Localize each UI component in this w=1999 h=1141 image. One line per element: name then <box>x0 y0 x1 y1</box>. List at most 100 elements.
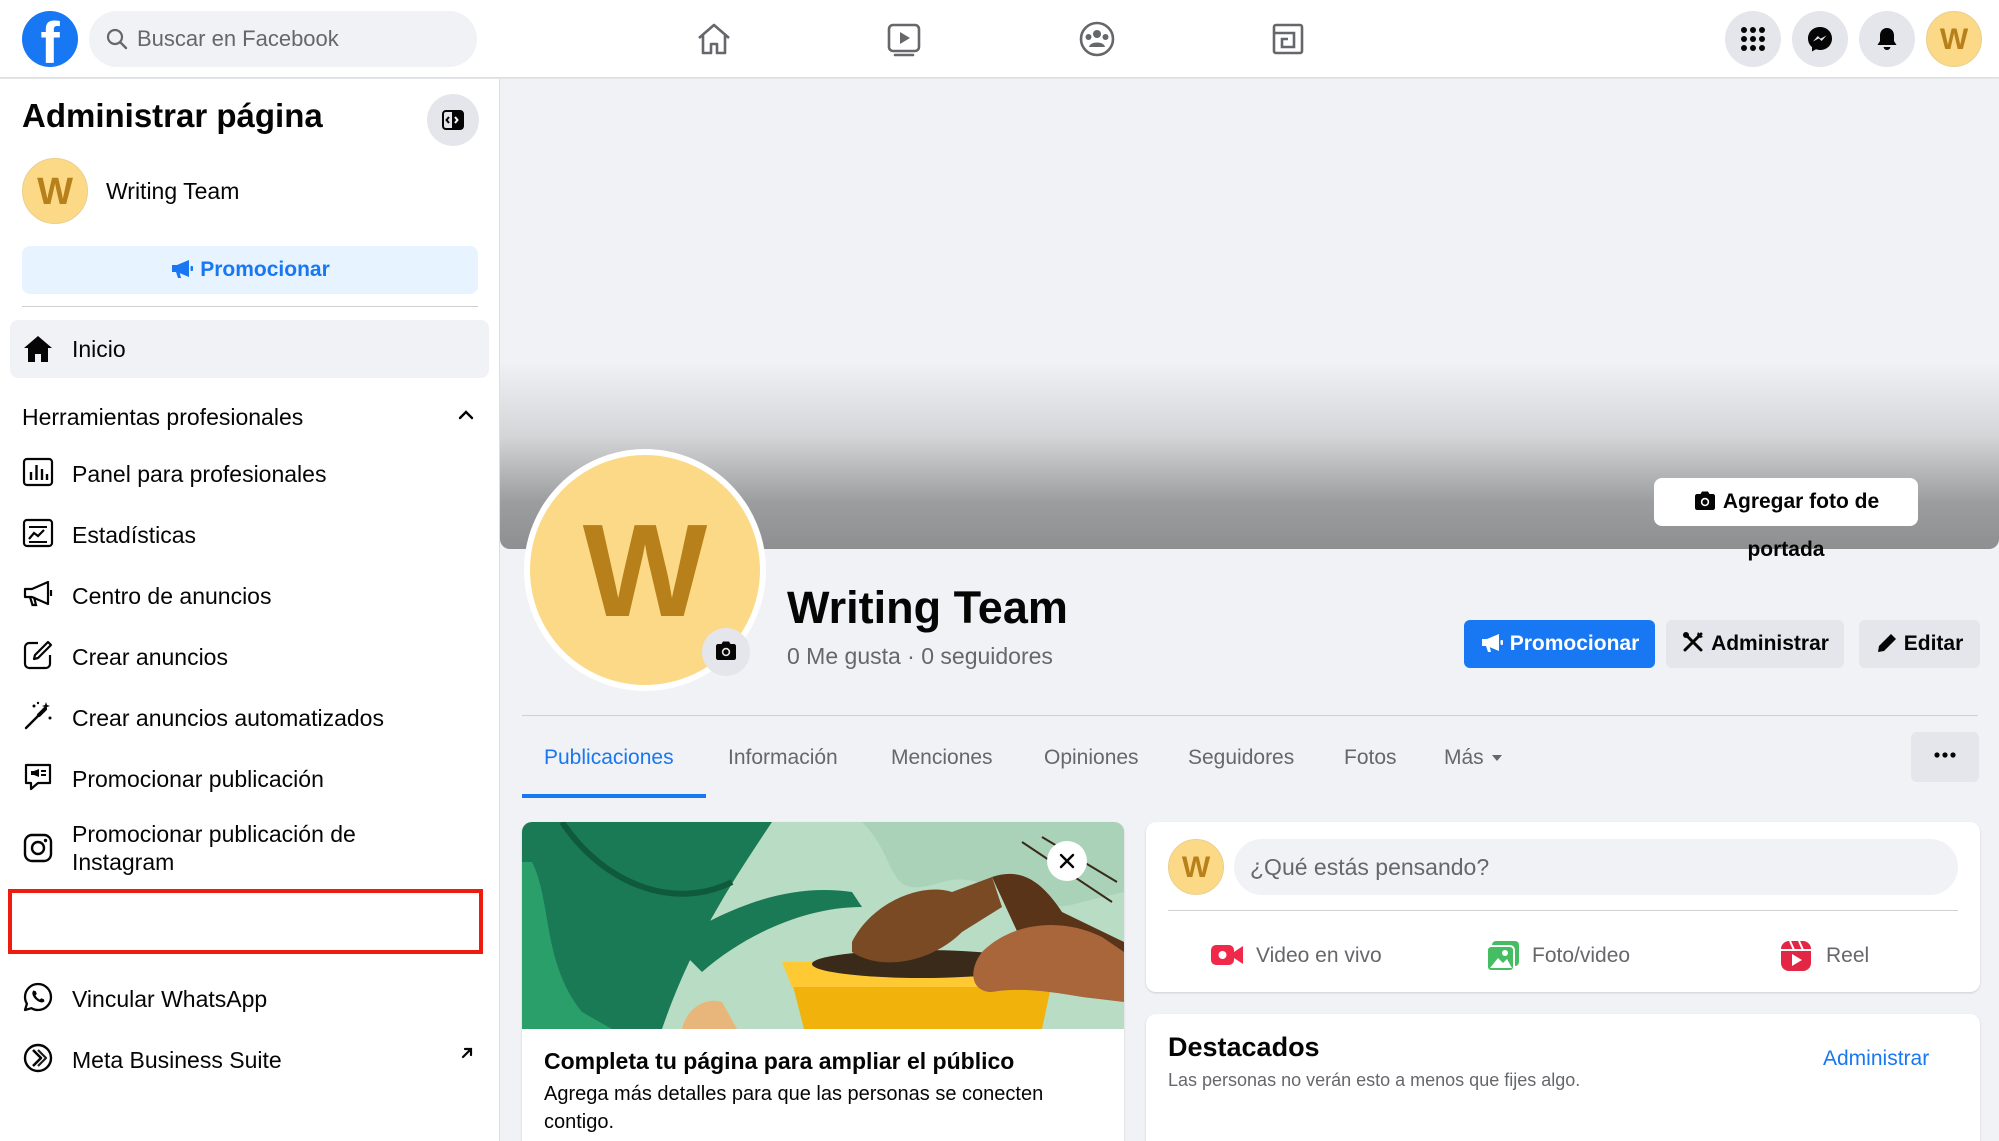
magic-wand-icon <box>24 701 52 730</box>
messenger-button[interactable] <box>1792 11 1848 67</box>
edit-page-label: Editar <box>1903 632 1964 655</box>
pencil-icon <box>1877 634 1896 652</box>
external-link-icon[interactable] <box>458 1044 476 1062</box>
photo-video-icon <box>1486 941 1519 972</box>
tab-posts[interactable]: Publicaciones <box>544 716 674 800</box>
composer-input[interactable]: ¿Qué estás pensando? <box>1234 839 1958 895</box>
camera-icon <box>1694 491 1715 510</box>
gaming-icon[interactable] <box>1266 17 1310 61</box>
composer-avatar[interactable]: W <box>1168 839 1224 895</box>
caret-down-icon <box>1491 755 1502 762</box>
featured-card: Destacados Las personas no verán esto a … <box>1146 1014 1980 1141</box>
photo-video-label: Foto/video <box>1532 944 1631 967</box>
section-title-professional-tools[interactable]: Herramientas profesionales <box>22 404 303 431</box>
close-icon <box>1059 853 1075 869</box>
promote-button-label: Promocionar <box>200 258 330 281</box>
page-stats[interactable]: 0 Me gusta · 0 seguidores <box>787 643 1053 670</box>
meta-business-icon <box>23 1043 53 1073</box>
add-cover-photo-button[interactable]: Agregar foto de portada <box>1654 478 1918 561</box>
sidebar-item-automated-ads[interactable]: Crear anuncios automatizados <box>22 694 482 738</box>
edit-page-button[interactable]: Editar <box>1859 620 1980 668</box>
more-dots-icon <box>1934 752 1956 758</box>
reel-label: Reel <box>1826 944 1870 967</box>
sidebar-item-home[interactable]: Inicio <box>10 320 489 378</box>
manage-page-button[interactable]: Administrar <box>1666 620 1844 668</box>
tab-photos[interactable]: Fotos <box>1344 716 1397 800</box>
grid-menu-icon <box>1741 27 1765 51</box>
page-name[interactable]: Writing Team <box>106 178 239 205</box>
sidebar-item-home-label: Inicio <box>72 336 126 362</box>
tab-followers[interactable]: Seguidores <box>1188 716 1294 800</box>
tab-more[interactable]: Más <box>1444 716 1504 800</box>
search-box[interactable] <box>89 11 477 67</box>
featured-title: Destacados <box>1168 1032 1320 1062</box>
sidebar-item-label: Centro de anuncios <box>72 583 272 609</box>
account-avatar[interactable]: W <box>1926 11 1982 67</box>
sidebar-item-label: Estadísticas <box>72 522 196 548</box>
menu-button[interactable] <box>1725 11 1781 67</box>
home-icon[interactable] <box>692 17 736 61</box>
tab-reviews[interactable]: Opiniones <box>1044 716 1139 800</box>
facebook-logo-letter: f <box>40 11 60 76</box>
promote-page-button[interactable]: Promocionar <box>1464 620 1655 668</box>
sidebar-item-insights[interactable]: Estadísticas <box>22 511 482 555</box>
groups-icon[interactable] <box>1075 17 1119 61</box>
edit-icon <box>23 640 53 670</box>
watering-plant-illustration <box>522 822 1124 1029</box>
sidebar-item-label: Promocionar publicación <box>72 766 324 792</box>
live-video-button[interactable]: Video en vivo <box>1210 936 1410 976</box>
sidebar-item-dashboard[interactable]: Panel para profesionales <box>22 450 482 494</box>
manage-featured-link[interactable]: Administrar <box>1823 1047 1929 1071</box>
messenger-icon <box>1808 27 1832 52</box>
sidebar-item-boost-post[interactable]: Promocionar publicación <box>22 755 482 799</box>
facebook-logo[interactable]: f <box>22 11 78 73</box>
account-avatar-letter: W <box>1939 23 1969 56</box>
complete-page-title: Completa tu página para ampliar el públi… <box>544 1048 1015 1074</box>
dashboard-icon <box>22 457 54 487</box>
sidebar-item-ads-center[interactable]: Centro de anuncios <box>22 572 482 616</box>
reel-button[interactable]: Reel <box>1780 936 1890 976</box>
page-avatar[interactable]: W <box>22 158 88 224</box>
sidebar-toggle-icon <box>442 110 464 130</box>
tab-mentions[interactable]: Menciones <box>891 716 993 800</box>
promote-post-icon <box>24 763 52 791</box>
photo-video-button[interactable]: Foto/video <box>1486 936 1666 976</box>
tab-about[interactable]: Información <box>728 716 838 800</box>
complete-page-card: Completa tu página para ampliar el públi… <box>522 822 1124 1141</box>
promote-button[interactable]: Promocionar <box>22 246 478 294</box>
promote-page-label: Promocionar <box>1509 632 1640 655</box>
whatsapp-icon <box>23 982 53 1012</box>
watch-video-icon[interactable] <box>882 17 926 61</box>
sidebar-item-boost-instagram-post[interactable]: Promocionar publicación de Instagram <box>22 821 482 875</box>
active-tab-indicator <box>522 794 706 798</box>
sidebar-title: Administrar página <box>22 97 323 134</box>
sidebar-item-meta-business-suite[interactable]: Meta Business Suite <box>22 1036 482 1080</box>
tools-icon <box>1683 632 1704 652</box>
complete-page-description: Agrega más detalles para que las persona… <box>544 1083 1044 1133</box>
search-icon <box>106 28 128 50</box>
manage-page-label: Administrar <box>1711 632 1829 655</box>
manage-page-sidebar: Administrar página W Writing Team Promoc… <box>0 79 500 1141</box>
page-title: Writing Team <box>787 582 1068 633</box>
sidebar-item-link-whatsapp[interactable]: Vincular WhatsApp <box>22 975 482 1019</box>
sidebar-item-label: Promocionar publicación de Instagram <box>72 821 356 875</box>
sidebar-divider <box>22 306 478 307</box>
update-profile-picture-button[interactable] <box>702 628 750 676</box>
search-input[interactable] <box>137 11 457 67</box>
dismiss-card-button[interactable] <box>1047 841 1087 881</box>
instagram-icon <box>23 833 53 863</box>
sidebar-item-label: Panel para profesionales <box>72 461 327 487</box>
bell-icon <box>1877 28 1897 50</box>
megaphone-icon <box>172 260 194 278</box>
composer-divider <box>1168 910 1958 911</box>
chevron-up-icon[interactable] <box>456 405 476 425</box>
sidebar-item-create-ads[interactable]: Crear anuncios <box>22 633 482 677</box>
megaphone-outline-icon <box>23 580 53 607</box>
megaphone-icon <box>1481 634 1503 652</box>
add-cover-photo-label: Agregar foto de portada <box>1722 490 1880 561</box>
collapse-sidebar-button[interactable] <box>427 94 479 146</box>
tab-more-label: Más <box>1444 746 1484 769</box>
notifications-button[interactable] <box>1859 11 1915 67</box>
more-options-button[interactable] <box>1911 732 1979 782</box>
sidebar-item-label: Meta Business Suite <box>72 1047 282 1073</box>
